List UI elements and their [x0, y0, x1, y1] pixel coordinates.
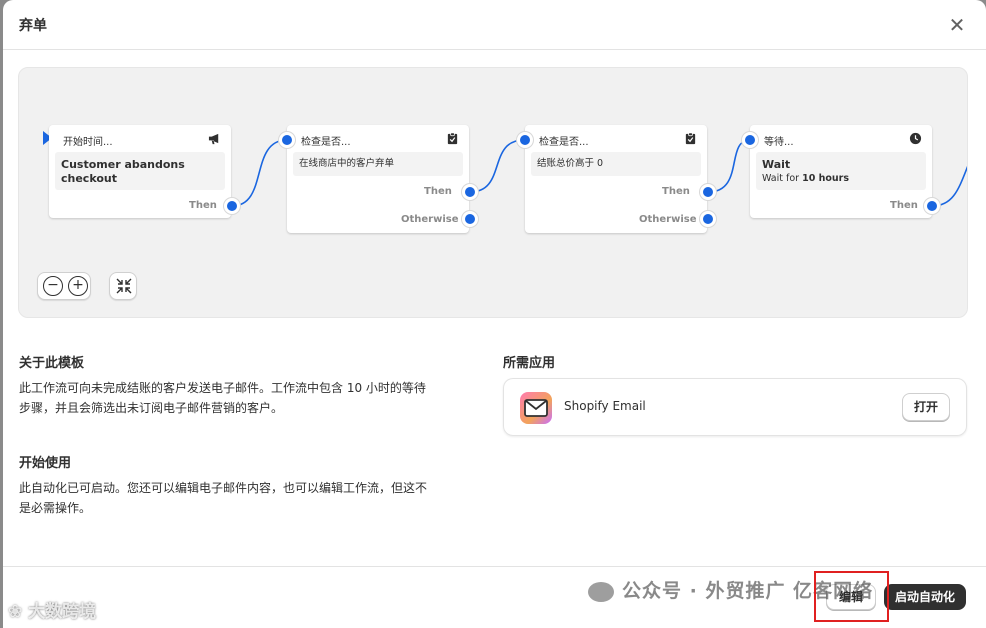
step-heading: 检查是否... — [301, 137, 351, 148]
start-line: 是必需操作。 — [19, 501, 92, 515]
wait-duration: Wait for 10 hours — [762, 172, 920, 186]
clipboard-check-icon — [447, 132, 458, 145]
otherwise-handle[interactable] — [700, 211, 716, 227]
zoom-out-icon[interactable]: − — [43, 276, 63, 296]
highlight-box — [814, 571, 889, 622]
workflow-step-wait[interactable]: 等待... Wait Wait for 10 hours Then — [750, 125, 932, 218]
otherwise-handle[interactable] — [462, 211, 478, 227]
start-title: 开始使用 — [19, 456, 72, 471]
workflow-step-condition[interactable]: 检查是否... 结账总价高于 0 Then Otherwise — [525, 125, 707, 233]
brand-logo-icon: ❀ — [8, 602, 29, 622]
then-label: Then — [189, 200, 217, 211]
app-card-shopify-email: Shopify Email 打开 — [503, 378, 967, 436]
start-line: 此自动化已可启动。您还可以编辑电子邮件内容，也可以编辑工作流，但这不 — [19, 481, 428, 495]
modal-dialog: 弃单 ✕ 开始时间... Customer abandons checkout … — [3, 0, 986, 628]
launch-automation-button[interactable]: 启动自动化 — [884, 584, 966, 610]
then-handle[interactable] — [700, 184, 716, 200]
clipboard-check-icon — [685, 132, 696, 145]
step-body-title: Wait — [762, 158, 791, 171]
zoom-in-icon[interactable]: + — [68, 276, 88, 296]
then-label: Then — [424, 186, 452, 197]
input-handle[interactable] — [742, 132, 758, 148]
open-app-button[interactable]: 打开 — [902, 393, 950, 421]
brand-watermark: ❀ 大数跨境 — [8, 597, 96, 622]
megaphone-icon — [208, 133, 219, 145]
step-heading: 开始时间... — [63, 137, 113, 148]
step-body: Wait Wait for 10 hours — [756, 152, 926, 190]
then-label: Then — [662, 186, 690, 197]
brand-watermark-text: 大数跨境 — [28, 602, 97, 622]
clock-icon — [909, 132, 922, 145]
modal-header: 弃单 ✕ — [3, 0, 986, 50]
about-line: 步骤，并且会筛选出未订阅电子邮件营销的客户。 — [19, 401, 284, 415]
app-name: Shopify Email — [564, 399, 646, 413]
workflow-step-trigger[interactable]: 开始时间... Customer abandons checkout Then — [49, 125, 231, 218]
about-description: 此工作流可向未完成结账的客户发送电子邮件。工作流中包含 10 小时的等待 步骤，… — [19, 378, 479, 418]
zoom-controls: − + — [37, 272, 91, 300]
step-heading: 检查是否... — [539, 137, 589, 148]
collapse-icon — [116, 278, 132, 294]
otherwise-label: Otherwise — [401, 214, 459, 225]
about-line: 此工作流可向未完成结账的客户发送电子邮件。工作流中包含 10 小时的等待 — [19, 381, 426, 395]
then-handle[interactable] — [462, 184, 478, 200]
shopify-email-icon — [520, 392, 552, 424]
close-icon[interactable]: ✕ — [945, 13, 969, 37]
envelope-icon — [524, 399, 548, 417]
then-label: Then — [890, 200, 918, 211]
about-title: 关于此模板 — [19, 356, 85, 371]
step-body-title: Customer abandons checkout — [61, 158, 185, 185]
step-body: Customer abandons checkout — [55, 152, 225, 190]
wechat-icon — [588, 581, 614, 602]
workflow-step-condition[interactable]: 检查是否... 在线商店中的客户弃单 Then Otherwise — [287, 125, 469, 233]
step-body: 结账总价高于 0 — [531, 152, 701, 176]
output-handle[interactable] — [924, 198, 940, 214]
workflow-canvas[interactable]: 开始时间... Customer abandons checkout Then … — [18, 67, 968, 318]
step-body: 在线商店中的客户弃单 — [293, 152, 463, 176]
otherwise-label: Otherwise — [639, 214, 697, 225]
wait-prefix: Wait for — [762, 173, 803, 184]
required-apps-title: 所需应用 — [503, 356, 556, 371]
output-handle[interactable] — [224, 198, 240, 214]
input-handle[interactable] — [279, 132, 295, 148]
fit-view-button[interactable] — [109, 272, 137, 300]
input-handle[interactable] — [517, 132, 533, 148]
modal-title: 弃单 — [19, 18, 47, 34]
start-description: 此自动化已可启动。您还可以编辑电子邮件内容，也可以编辑工作流，但这不 是必需操作… — [19, 478, 479, 518]
step-heading: 等待... — [764, 137, 794, 148]
wait-value: 10 hours — [802, 173, 849, 184]
